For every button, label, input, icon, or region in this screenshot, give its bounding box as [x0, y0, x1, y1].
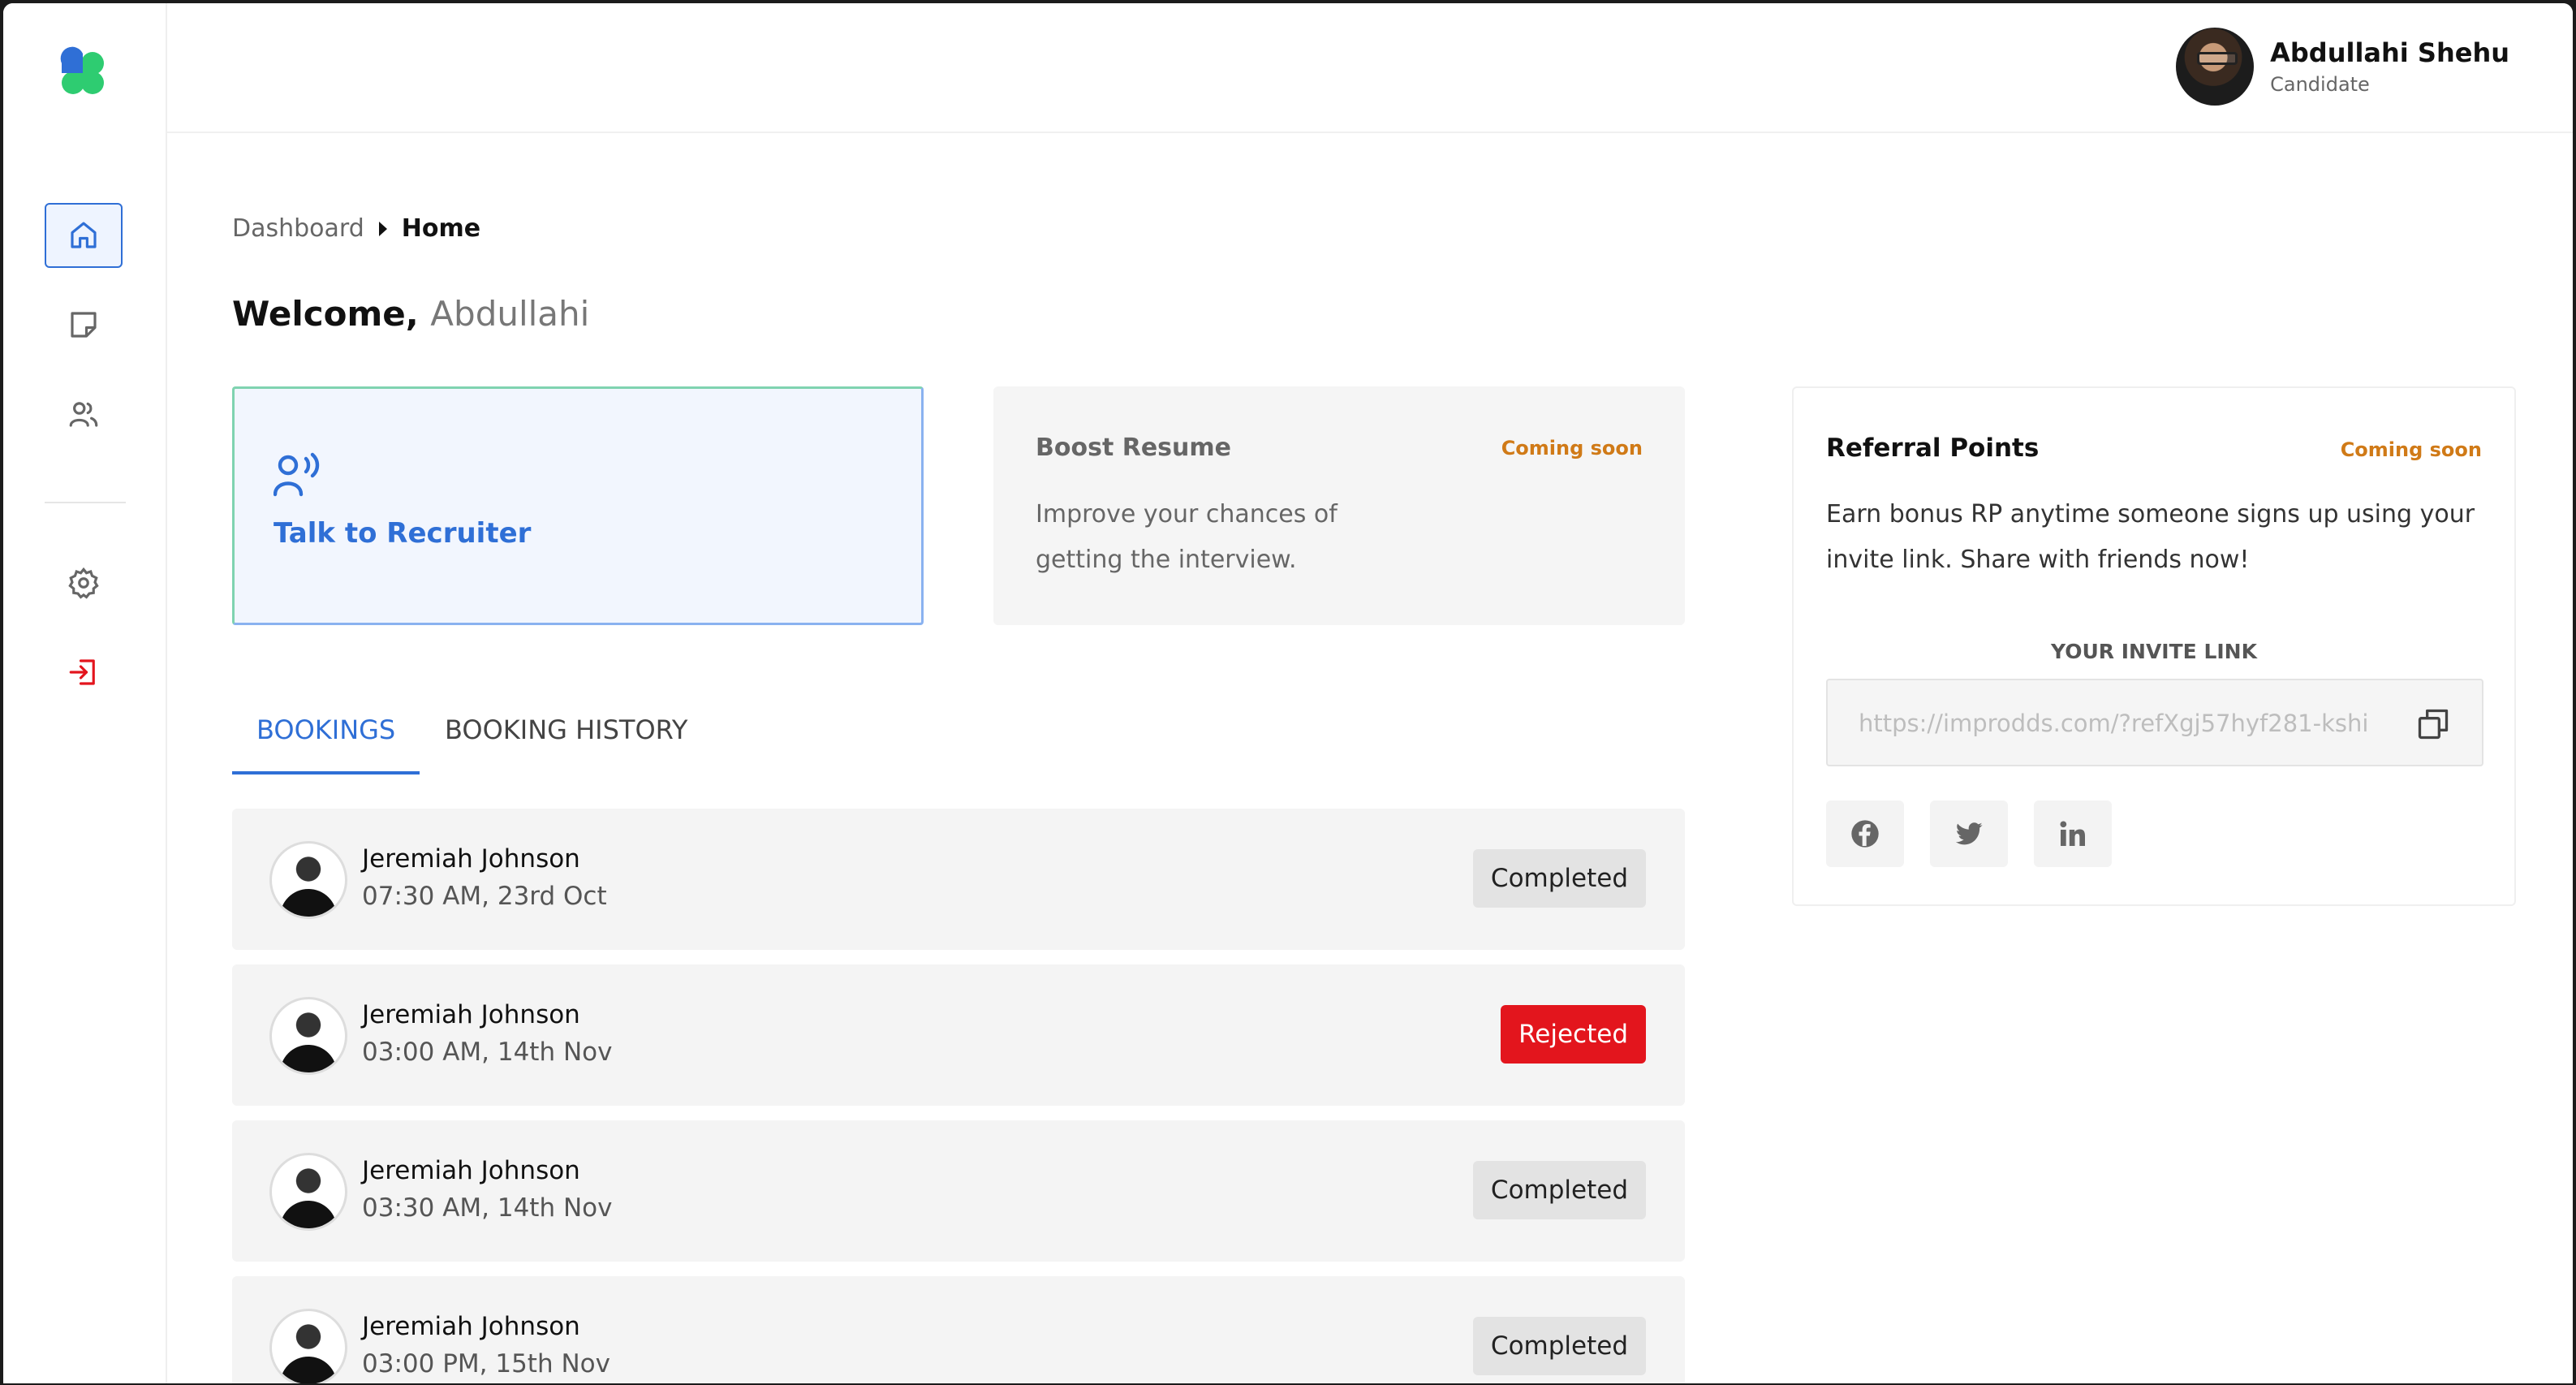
page-title: Welcome, Abdullahi	[232, 294, 589, 334]
gear-icon	[68, 567, 99, 599]
avatar	[269, 997, 347, 1075]
booking-name: Jeremiah Johnson	[362, 1000, 580, 1029]
referral-description: Earn bonus RP anytime someone signs up u…	[1826, 500, 2475, 574]
user-info: Abdullahi Shehu Candidate	[2270, 37, 2509, 96]
list-item[interactable]: Jeremiah Johnson 03:00 AM, 14th Nov Reje…	[232, 964, 1685, 1106]
sidebar-divider	[45, 502, 126, 503]
copy-icon[interactable]	[2415, 706, 2451, 742]
avatar	[269, 841, 347, 919]
facebook-icon	[1851, 820, 1879, 848]
invite-link-field	[1826, 679, 2483, 766]
clover-logo-icon[interactable]	[55, 45, 110, 101]
share-twitter-button[interactable]	[1930, 800, 2008, 867]
welcome-greeting: Welcome,	[232, 294, 419, 334]
coming-soon-badge: Coming soon	[2340, 438, 2482, 461]
user-name: Abdullahi Shehu	[2270, 37, 2509, 68]
app-window: Abdullahi Shehu Candidate Dashboard Home…	[3, 3, 2573, 1383]
status-badge: Completed	[1472, 849, 1646, 908]
logout-icon	[69, 659, 95, 685]
caret-right-icon	[378, 221, 387, 236]
tab-booking-history[interactable]: BOOKING HISTORY	[420, 693, 712, 774]
users-icon	[69, 402, 98, 427]
user-role: Candidate	[2270, 73, 2370, 96]
boost-resume-description: Improve your chances of getting the inte…	[1036, 500, 1338, 574]
booking-time: 03:30 AM, 14th Nov	[362, 1193, 613, 1223]
breadcrumb: Dashboard Home	[232, 214, 480, 243]
booking-name: Jeremiah Johnson	[362, 1156, 580, 1185]
twitter-icon	[1955, 822, 1983, 845]
boost-resume-card: Boost Resume Coming soon Improve your ch…	[993, 386, 1685, 625]
sidebar-item-users[interactable]	[45, 382, 123, 447]
welcome-name: Abdullahi	[430, 294, 590, 334]
list-item[interactable]: Jeremiah Johnson 03:00 PM, 15th Nov Comp…	[232, 1276, 1685, 1383]
avatar	[269, 1309, 347, 1383]
share-facebook-button[interactable]	[1826, 800, 1904, 867]
booking-time: 03:00 AM, 14th Nov	[362, 1038, 613, 1067]
speaking-person-icon	[274, 452, 320, 497]
breadcrumb-dashboard[interactable]: Dashboard	[232, 214, 364, 243]
social-share-buttons	[1826, 800, 2112, 867]
sidebar-item-settings[interactable]	[45, 550, 123, 615]
main-content: Dashboard Home Welcome, Abdullahi Talk t…	[232, 133, 2573, 1383]
talk-to-recruiter-card[interactable]: Talk to Recruiter	[232, 386, 924, 625]
avatar	[269, 1153, 347, 1231]
linkedin-icon	[2060, 821, 2085, 846]
talk-to-recruiter-label: Talk to Recruiter	[274, 517, 532, 550]
list-item[interactable]: Jeremiah Johnson 07:30 AM, 23rd Oct Comp…	[232, 809, 1685, 950]
invite-link-label: YOUR INVITE LINK	[2051, 640, 2257, 663]
status-badge: Completed	[1472, 1161, 1646, 1219]
avatar	[2176, 28, 2255, 106]
sidebar-item-home[interactable]	[45, 203, 123, 268]
sidebar	[3, 3, 167, 1383]
tab-bookings[interactable]: BOOKINGS	[232, 693, 420, 774]
sidebar-item-notes[interactable]	[45, 292, 123, 357]
referral-points-card: Referral Points Coming soon Earn bonus R…	[1792, 386, 2516, 906]
breadcrumb-current: Home	[401, 214, 481, 243]
booking-name: Jeremiah Johnson	[362, 844, 580, 874]
boost-resume-title: Boost Resume	[1036, 434, 1231, 462]
top-header: Abdullahi Shehu Candidate	[167, 3, 2573, 133]
status-badge: Rejected	[1501, 1005, 1646, 1064]
bookings-tabs: BOOKINGS BOOKING HISTORY	[232, 693, 1685, 774]
referral-title: Referral Points	[1826, 434, 2040, 463]
booking-time: 07:30 AM, 23rd Oct	[362, 882, 607, 911]
coming-soon-badge: Coming soon	[1501, 437, 1643, 460]
list-item[interactable]: Jeremiah Johnson 03:30 AM, 14th Nov Comp…	[232, 1120, 1685, 1262]
invite-link-input[interactable]	[1859, 703, 2394, 744]
user-profile[interactable]: Abdullahi Shehu Candidate	[2176, 28, 2509, 106]
home-icon	[71, 222, 97, 248]
share-linkedin-button[interactable]	[2034, 800, 2112, 867]
booking-time: 03:00 PM, 15th Nov	[362, 1349, 610, 1379]
note-icon	[71, 312, 97, 338]
bookings-list: Jeremiah Johnson 07:30 AM, 23rd Oct Comp…	[232, 809, 1685, 1383]
sidebar-item-logout[interactable]	[45, 640, 123, 705]
status-badge: Completed	[1472, 1317, 1646, 1375]
booking-name: Jeremiah Johnson	[362, 1312, 580, 1341]
